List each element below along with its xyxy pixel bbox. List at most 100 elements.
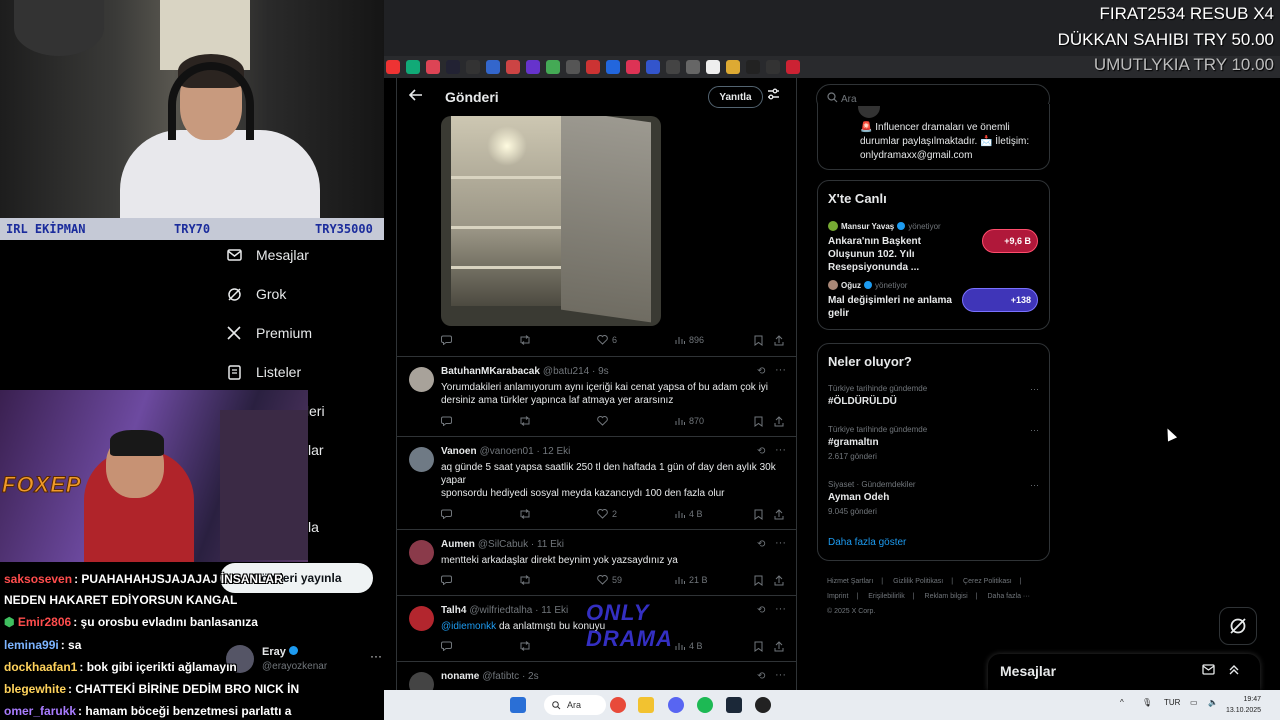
tweet-author[interactable]: Talh4 @wilfriedtalha · 11 Eki — [441, 605, 568, 616]
more-icon[interactable]: ··· — [775, 537, 786, 549]
avatar[interactable] — [409, 367, 434, 392]
footer-link[interactable]: Daha fazla ··· — [988, 593, 1030, 600]
spotify-icon[interactable] — [697, 697, 713, 713]
share-icon[interactable] — [774, 335, 784, 346]
nav-grok[interactable]: Grok — [226, 279, 286, 309]
footer-link[interactable]: Imprint — [827, 593, 848, 600]
heart-icon[interactable]: 2 — [597, 509, 617, 519]
more-icon[interactable]: ··· — [775, 669, 786, 681]
retweet-icon[interactable] — [519, 335, 531, 345]
heart-icon[interactable]: 59 — [597, 575, 622, 585]
bookmark-icon[interactable] — [466, 60, 480, 74]
avatar[interactable] — [409, 540, 434, 565]
more-icon[interactable]: ··· — [775, 444, 786, 456]
bookmark-icon[interactable] — [426, 60, 440, 74]
bookmark-icon[interactable] — [606, 60, 620, 74]
views-count[interactable]: 4 B — [675, 509, 703, 519]
bookmark-icon[interactable] — [526, 60, 540, 74]
trend-item[interactable]: Türkiye tarihinde gündemde #ÖLDÜRÜLDÜ ··… — [828, 384, 1043, 407]
bookmark-icon[interactable] — [746, 60, 760, 74]
more-icon[interactable]: ··· — [370, 649, 382, 663]
footer-link[interactable]: Hizmet Şartları — [827, 578, 873, 585]
share-icon[interactable] — [774, 575, 784, 586]
views-count[interactable]: 4 B — [675, 641, 703, 651]
retweet-icon[interactable] — [519, 416, 531, 426]
steam-icon[interactable] — [726, 697, 742, 713]
nav-item-partial-2[interactable]: lar — [308, 435, 324, 465]
bookmark-icon[interactable] — [386, 60, 400, 74]
nav-lists[interactable]: Listeler — [226, 357, 301, 387]
listener-count[interactable]: +9,6 B — [982, 229, 1038, 253]
bookmark-icon[interactable] — [786, 60, 800, 74]
footer-link[interactable]: Çerez Politikası — [963, 578, 1012, 585]
file-explorer-icon[interactable] — [638, 697, 654, 713]
obs-icon[interactable] — [755, 697, 771, 713]
network-icon[interactable]: ▭ — [1190, 698, 1198, 707]
trend-item[interactable]: Siyaset · Gündemdekiler Ayman Odeh 9.045… — [828, 480, 1043, 516]
bookmark-icon[interactable] — [546, 60, 560, 74]
grok-icon[interactable]: ⟲ — [757, 605, 765, 616]
compose-message-icon[interactable] — [1202, 664, 1215, 678]
listener-count[interactable]: +138 — [962, 288, 1038, 312]
reply-icon[interactable] — [441, 575, 452, 585]
bookmark-icon[interactable] — [686, 60, 700, 74]
back-arrow-icon[interactable] — [408, 88, 423, 106]
avatar[interactable] — [409, 606, 434, 631]
share-icon[interactable] — [774, 641, 784, 652]
reply-tweet[interactable]: BatuhanMKarabacak @batu214 · 9s ⟲ ··· Yor… — [397, 356, 796, 436]
retweet-icon[interactable] — [519, 575, 531, 585]
nav-messages[interactable]: Mesajlar — [226, 240, 309, 270]
reply-icon[interactable] — [441, 416, 452, 426]
show-more-link[interactable]: Daha fazla göster — [828, 537, 906, 548]
start-icon[interactable] — [510, 697, 526, 713]
microphone-icon[interactable]: 🎙 — [1142, 698, 1152, 707]
tweet-author[interactable]: Aumen @SilCabuk · 11 Eki — [441, 539, 564, 550]
chrome-icon[interactable] — [610, 697, 626, 713]
grok-floating-button[interactable] — [1219, 607, 1257, 645]
views-count[interactable]: 21 B — [675, 575, 708, 585]
grok-icon[interactable]: ⟲ — [757, 366, 765, 377]
reply-icon[interactable] — [441, 509, 452, 519]
bookmark-icon[interactable] — [754, 335, 763, 346]
views-count[interactable]: 896 — [675, 335, 704, 345]
reply-button[interactable]: Yanıtla — [708, 86, 763, 108]
footer-link[interactable]: Erişilebilirlik — [868, 593, 905, 600]
grok-icon[interactable]: ⟲ — [757, 446, 765, 457]
more-icon[interactable]: ··· — [1030, 480, 1039, 490]
more-icon[interactable]: ··· — [775, 603, 786, 615]
bookmark-icon[interactable] — [754, 416, 763, 427]
tweet-author[interactable]: Vanoen @vanoen01 · 12 Eki — [441, 446, 570, 457]
heart-icon[interactable] — [597, 416, 608, 426]
tweet-author[interactable]: BatuhanMKarabacak @batu214 · 9s — [441, 366, 609, 377]
bookmark-icon[interactable] — [666, 60, 680, 74]
bookmark-icon[interactable] — [766, 60, 780, 74]
bookmark-icon[interactable] — [646, 60, 660, 74]
reply-icon[interactable] — [441, 335, 452, 345]
footer-link[interactable]: Reklam bilgisi — [925, 593, 968, 600]
bookmark-icon[interactable] — [754, 575, 763, 586]
reply-tweet[interactable]: Vanoen @vanoen01 · 12 Eki ⟲ ··· aq günde … — [397, 436, 796, 529]
reply-icon[interactable] — [441, 641, 452, 651]
bookmark-icon[interactable] — [754, 509, 763, 520]
bookmark-icon[interactable] — [706, 60, 720, 74]
language-indicator[interactable]: TUR — [1164, 698, 1180, 707]
more-icon[interactable]: ··· — [775, 364, 786, 376]
chevron-up-icon[interactable] — [1228, 664, 1240, 678]
bookmark-icon[interactable] — [726, 60, 740, 74]
bookmark-icon[interactable] — [406, 60, 420, 74]
taskbar-search[interactable]: Ara — [544, 695, 606, 715]
share-icon[interactable] — [774, 416, 784, 427]
system-clock[interactable]: 19:47 13.10.2025 — [1226, 694, 1261, 716]
avatar[interactable] — [409, 672, 434, 690]
avatar[interactable] — [409, 447, 434, 472]
retweet-icon[interactable] — [519, 509, 531, 519]
nav-premium[interactable]: Premium — [226, 318, 312, 348]
bookmark-icon[interactable] — [626, 60, 640, 74]
grok-icon[interactable]: ⟲ — [757, 671, 765, 682]
mention-link[interactable]: @idiemonkk — [441, 621, 496, 632]
retweet-icon[interactable] — [519, 641, 531, 651]
nav-item-partial-3[interactable]: la — [308, 512, 319, 542]
more-icon[interactable]: ··· — [1030, 384, 1039, 394]
messages-drawer[interactable]: Mesajlar — [988, 654, 1260, 690]
bookmark-icon[interactable] — [446, 60, 460, 74]
